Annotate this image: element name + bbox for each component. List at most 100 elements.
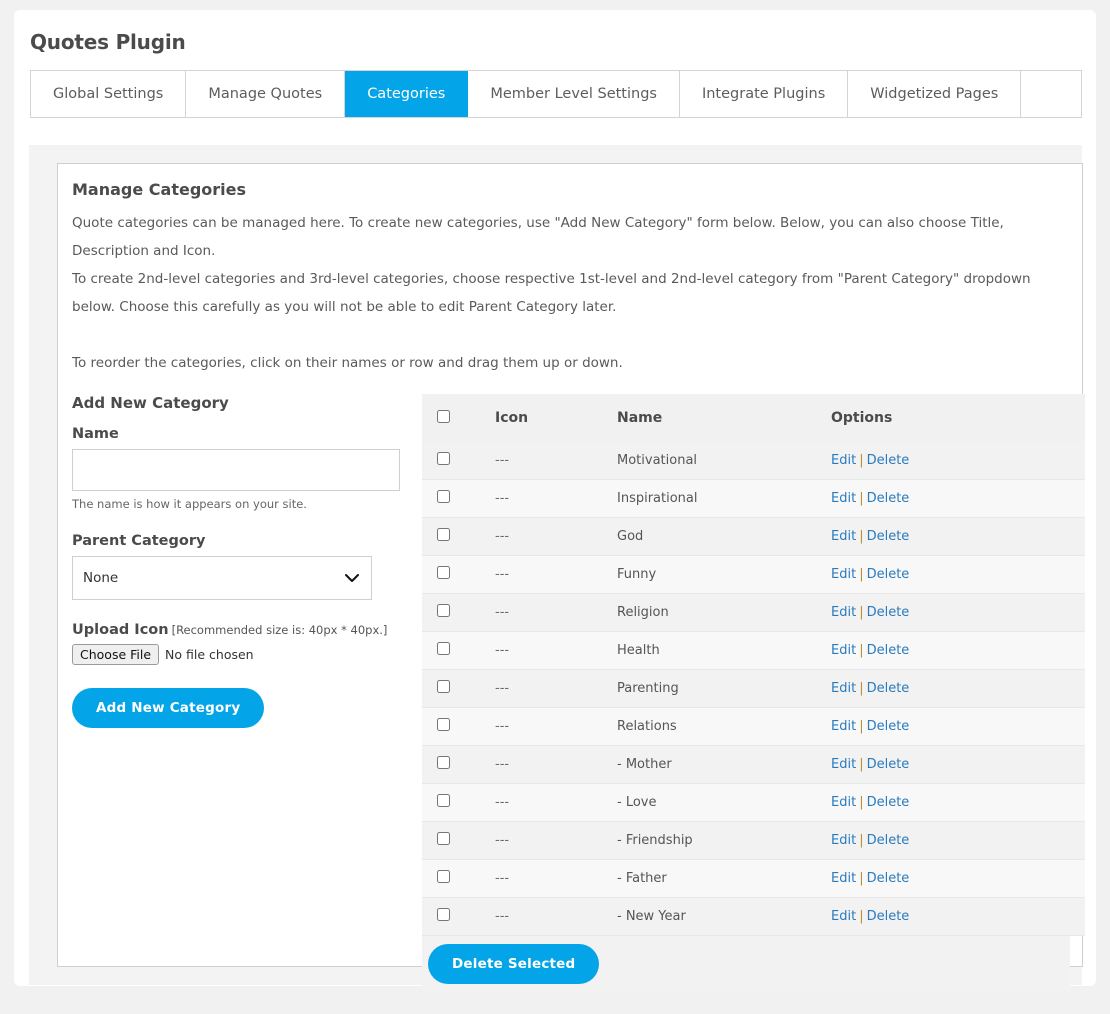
no-icon-placeholder: --- [495,605,510,620]
no-icon-placeholder: --- [495,643,510,658]
tab-widgetized-pages[interactable]: Widgetized Pages [848,71,1022,117]
row-options-cell: Edit | Delete [831,555,1085,594]
row-checkbox[interactable] [437,452,450,465]
tab-manage-quotes[interactable]: Manage Quotes [186,71,346,117]
delete-link[interactable]: Delete [867,567,910,582]
edit-link[interactable]: Edit [831,681,856,696]
row-checkbox[interactable] [437,642,450,655]
delete-link[interactable]: Delete [867,719,910,734]
row-options-cell: Edit | Delete [831,745,1085,784]
delete-link[interactable]: Delete [867,795,910,810]
row-select-cell [422,897,495,936]
delete-link[interactable]: Delete [867,757,910,772]
table-row[interactable]: --- Health Edit | Delete [422,631,1085,670]
row-icon-cell: --- [495,783,617,822]
row-icon-cell: --- [495,517,617,556]
name-help-text: The name is how it appears on your site. [72,497,307,511]
row-select-cell [422,821,495,860]
edit-link[interactable]: Edit [831,491,856,506]
form-heading: Add New Category [72,394,229,412]
select-all-checkbox[interactable] [437,409,450,423]
row-checkbox[interactable] [437,908,450,921]
delete-link[interactable]: Delete [867,643,910,658]
name-input[interactable] [72,449,400,491]
row-options-cell: Edit | Delete [831,442,1085,480]
row-checkbox[interactable] [437,718,450,731]
tab-member-level-settings[interactable]: Member Level Settings [468,71,680,117]
row-select-cell [422,745,495,784]
table-row[interactable]: --- - Father Edit | Delete [422,859,1085,898]
table-row[interactable]: --- - New Year Edit | Delete [422,897,1085,936]
choose-file-button[interactable]: Choose File [72,644,160,665]
add-new-category-button[interactable]: Add New Category [72,688,265,728]
content-background: Manage Categories Quote categories can b… [29,145,1085,992]
row-checkbox[interactable] [437,680,450,693]
delete-selected-button[interactable]: Delete Selected [428,944,600,984]
row-icon-cell: --- [495,745,617,784]
edit-link[interactable]: Edit [831,833,856,848]
row-select-cell [422,669,495,708]
row-checkbox[interactable] [437,756,450,769]
row-options-cell: Edit | Delete [831,821,1085,860]
categories-table-head: Icon Name Options [422,394,1085,442]
edit-link[interactable]: Edit [831,909,856,924]
table-row[interactable]: --- Relations Edit | Delete [422,707,1085,746]
row-name-cell: - Mother [617,745,831,784]
row-select-cell [422,479,495,518]
edit-link[interactable]: Edit [831,529,856,544]
row-checkbox[interactable] [437,566,450,579]
edit-link[interactable]: Edit [831,757,856,772]
row-icon-cell: --- [495,555,617,594]
edit-link[interactable]: Edit [831,871,856,886]
row-checkbox[interactable] [437,870,450,883]
no-icon-placeholder: --- [495,681,510,696]
upload-icon-hint: [Recommended size is: 40px * 40px.] [171,623,388,637]
tab-label: Widgetized Pages [870,86,999,102]
delete-link[interactable]: Delete [867,491,910,506]
edit-link[interactable]: Edit [831,605,856,620]
row-select-cell [422,783,495,822]
row-checkbox[interactable] [437,832,450,845]
no-icon-placeholder: --- [495,871,510,886]
table-row[interactable]: --- - Mother Edit | Delete [422,745,1085,784]
row-checkbox[interactable] [437,794,450,807]
delete-link[interactable]: Delete [867,871,910,886]
tab-integrate-plugins[interactable]: Integrate Plugins [679,71,849,117]
parent-category-select[interactable]: None [72,556,372,600]
tab-categories[interactable]: Categories [345,71,469,117]
table-row[interactable]: --- - Friendship Edit | Delete [422,821,1085,860]
no-icon-placeholder: --- [495,719,510,734]
icon-column-header: Icon [495,394,617,442]
no-icon-placeholder: --- [495,909,510,924]
row-icon-cell: --- [495,442,617,480]
delete-link[interactable]: Delete [867,909,910,924]
parent-category-label: Parent Category [72,533,206,549]
row-checkbox[interactable] [437,490,450,503]
delete-link[interactable]: Delete [867,605,910,620]
table-header-row: Icon Name Options [422,394,1085,442]
edit-link[interactable]: Edit [831,643,856,658]
tab-label: Integrate Plugins [701,86,826,102]
row-checkbox[interactable] [437,528,450,541]
delete-link[interactable]: Delete [867,833,910,848]
edit-link[interactable]: Edit [831,795,856,810]
row-select-cell [422,707,495,746]
edit-link[interactable]: Edit [831,719,856,734]
tab-label: Member Level Settings [490,86,657,102]
edit-link[interactable]: Edit [831,567,856,582]
tab-global-settings[interactable]: Global Settings [31,71,187,117]
delete-link[interactable]: Delete [867,453,910,468]
table-row[interactable]: --- God Edit | Delete [422,517,1085,556]
table-row[interactable]: --- Parenting Edit | Delete [422,669,1085,708]
delete-link[interactable]: Delete [867,681,910,696]
table-row[interactable]: --- Religion Edit | Delete [422,593,1085,632]
table-row[interactable]: --- Motivational Edit | Delete [422,442,1085,480]
table-row[interactable]: --- - Love Edit | Delete [422,783,1085,822]
delete-link[interactable]: Delete [867,529,910,544]
table-row[interactable]: --- Inspirational Edit | Delete [422,479,1085,518]
row-checkbox[interactable] [437,604,450,617]
table-row[interactable]: --- Funny Edit | Delete [422,555,1085,594]
row-select-cell [422,442,495,480]
edit-link[interactable]: Edit [831,453,856,468]
intro-paragraph-1: Quote categories can be managed here. To… [72,215,1004,259]
